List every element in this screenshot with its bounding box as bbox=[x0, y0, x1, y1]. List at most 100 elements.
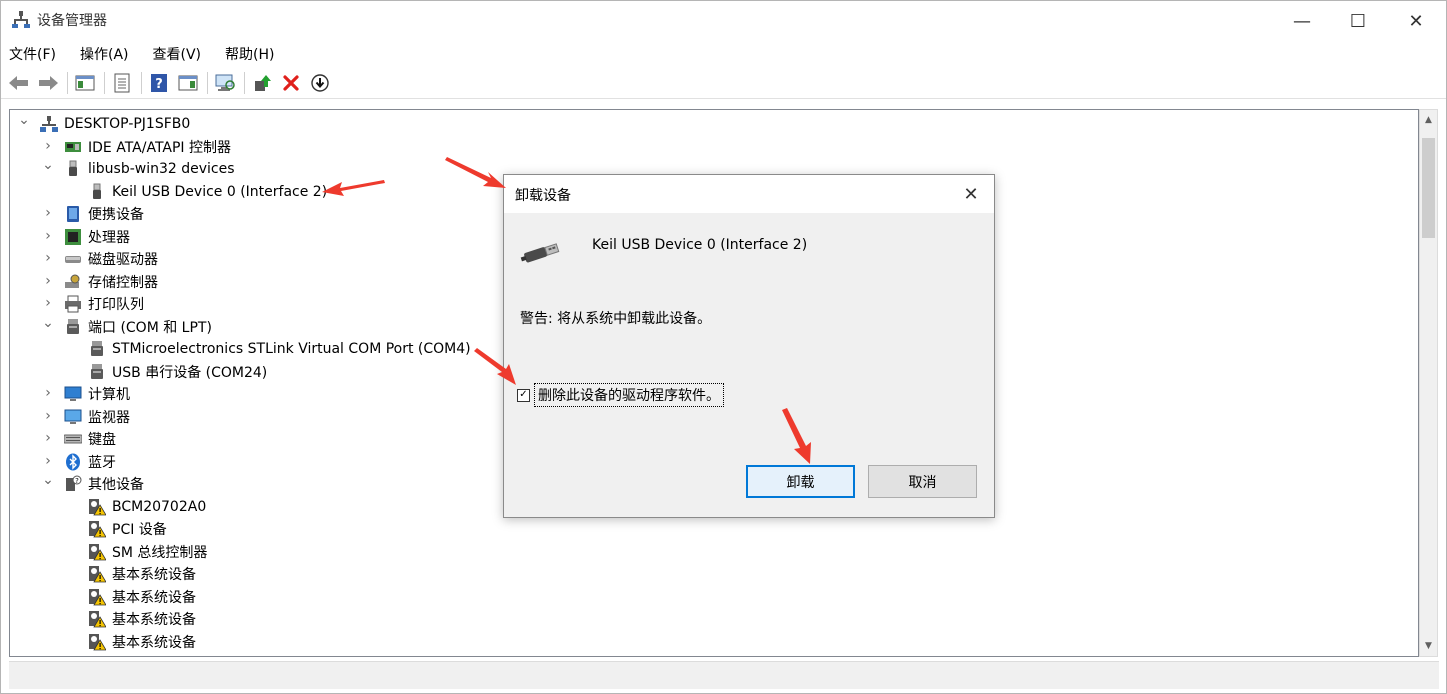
uninstall-device-button[interactable] bbox=[279, 71, 303, 95]
tree-device[interactable]: 基本系统设备 bbox=[88, 563, 196, 585]
toolbar-separator bbox=[207, 71, 208, 94]
tree-device[interactable]: Keil USB Device 0 (Interface 2) bbox=[88, 181, 327, 203]
warning-device-icon bbox=[88, 520, 106, 538]
show-hide-console-tree-button[interactable] bbox=[73, 71, 97, 95]
dialog-title-bar: 卸载设备 ✕ bbox=[504, 175, 994, 213]
scroll-down-arrow-icon[interactable]: ▼ bbox=[1420, 636, 1437, 656]
disk-drive-icon bbox=[64, 250, 82, 268]
chevron-down-icon[interactable]: ⌄ bbox=[42, 315, 54, 331]
computer-root-icon bbox=[40, 115, 58, 133]
tree-device[interactable]: 基本系统设备 bbox=[88, 608, 196, 630]
back-button[interactable] bbox=[7, 71, 31, 95]
tree-device[interactable]: 基本系统设备 bbox=[88, 586, 196, 608]
close-icon: ✕ bbox=[963, 183, 979, 205]
tree-category[interactable]: › 计算机 bbox=[45, 383, 130, 405]
warning-device-icon bbox=[88, 498, 106, 516]
properties-button[interactable] bbox=[110, 71, 134, 95]
uninstall-icon bbox=[283, 74, 299, 91]
delete-driver-checkbox-row[interactable]: ✓ 删除此设备的驱动程序软件。 bbox=[517, 383, 724, 407]
warning-device-icon bbox=[88, 543, 106, 561]
tree-device[interactable]: 基本系统设备 bbox=[88, 631, 196, 653]
chevron-right-icon[interactable]: › bbox=[42, 408, 54, 424]
toolbar-separator bbox=[67, 71, 68, 94]
tree-device[interactable]: BCM20702A0 bbox=[88, 496, 206, 518]
warning-device-icon bbox=[88, 610, 106, 628]
chevron-down-icon[interactable]: ⌄ bbox=[18, 112, 30, 128]
tree-device[interactable]: PCI 设备 bbox=[88, 518, 167, 540]
dialog-close-button[interactable]: ✕ bbox=[956, 181, 986, 207]
menu-help[interactable]: 帮助(H) bbox=[223, 44, 276, 64]
chevron-right-icon[interactable]: › bbox=[42, 273, 54, 289]
window-title: 设备管理器 bbox=[37, 13, 107, 29]
ide-controller-icon bbox=[64, 138, 82, 156]
maximize-button[interactable]: ☐ bbox=[1329, 1, 1387, 41]
chevron-right-icon[interactable]: › bbox=[42, 250, 54, 266]
delete-driver-checkbox[interactable]: ✓ bbox=[517, 388, 530, 402]
tree-category[interactable]: › 便携设备 bbox=[45, 203, 144, 225]
show-action-pane-button[interactable] bbox=[176, 71, 200, 95]
update-driver-button[interactable] bbox=[250, 71, 274, 95]
tree-category[interactable]: › IDE ATA/ATAPI 控制器 bbox=[45, 136, 231, 158]
chevron-right-icon[interactable]: › bbox=[42, 138, 54, 154]
tree-category[interactable]: ⌄ libusb-win32 devices bbox=[42, 157, 234, 180]
scroll-up-arrow-icon[interactable]: ▲ bbox=[1420, 110, 1437, 130]
vertical-scrollbar[interactable]: ▲ ▼ bbox=[1419, 109, 1438, 657]
chevron-right-icon[interactable]: › bbox=[42, 205, 54, 221]
tree-category[interactable]: ⌄ 端口 (COM 和 LPT) bbox=[42, 315, 212, 338]
tree-node-label: BCM20702A0 bbox=[112, 498, 207, 515]
tree-node-label: PCI 设备 bbox=[112, 522, 167, 538]
chevron-down-icon[interactable]: ⌄ bbox=[42, 157, 54, 173]
tree-node-label: 基本系统设备 bbox=[112, 634, 196, 651]
tree-category[interactable]: › 存储控制器 bbox=[45, 271, 158, 293]
dialog-device-name: Keil USB Device 0 (Interface 2) bbox=[592, 237, 808, 253]
tree-category[interactable]: › 磁盘驱动器 bbox=[45, 248, 158, 270]
tree-category[interactable]: ⌄? 其他设备 bbox=[42, 472, 144, 495]
scan-hardware-button[interactable] bbox=[213, 71, 237, 95]
action-pane-icon bbox=[178, 75, 198, 90]
tree-device[interactable]: STMicroelectronics STLink Virtual COM Po… bbox=[88, 338, 471, 360]
minimize-button[interactable]: — bbox=[1273, 1, 1331, 41]
tree-node-label: 键盘 bbox=[88, 432, 116, 448]
disable-device-button[interactable] bbox=[308, 71, 332, 95]
menu-action[interactable]: 操作(A) bbox=[78, 44, 131, 64]
menu-view[interactable]: 查看(V) bbox=[151, 44, 204, 64]
help-button[interactable]: ? bbox=[147, 71, 171, 95]
svg-text:?: ? bbox=[155, 77, 163, 92]
chevron-right-icon[interactable]: › bbox=[42, 453, 54, 469]
chevron-right-icon[interactable]: › bbox=[42, 430, 54, 446]
chevron-right-icon[interactable]: › bbox=[42, 228, 54, 244]
forward-icon bbox=[39, 75, 58, 90]
delete-driver-checkbox-label[interactable]: 删除此设备的驱动程序软件。 bbox=[534, 383, 724, 407]
bluetooth-icon bbox=[64, 453, 82, 471]
tree-category[interactable]: › 监视器 bbox=[45, 406, 130, 428]
uninstall-device-dialog: 卸载设备 ✕ Keil USB Device 0 (Interface 2) 警… bbox=[503, 174, 995, 518]
port-icon bbox=[88, 363, 106, 381]
printer-icon bbox=[64, 295, 82, 313]
storage-controller-icon bbox=[64, 273, 82, 291]
forward-button[interactable] bbox=[36, 71, 60, 95]
tree-node-label: DESKTOP-PJ1SFB0 bbox=[64, 116, 191, 132]
chevron-right-icon[interactable]: › bbox=[42, 385, 54, 401]
close-button[interactable]: ✕ bbox=[1387, 1, 1445, 41]
tree-device[interactable]: USB 串行设备 (COM24) bbox=[88, 361, 267, 383]
disable-icon bbox=[311, 73, 329, 92]
tree-category[interactable]: › 打印队列 bbox=[45, 293, 144, 315]
cancel-button[interactable]: 取消 bbox=[868, 465, 977, 498]
tree-category[interactable]: › 键盘 bbox=[45, 428, 116, 450]
help-icon: ? bbox=[151, 73, 167, 92]
scrollbar-thumb[interactable] bbox=[1422, 138, 1435, 238]
menu-file[interactable]: 文件(F) bbox=[7, 44, 58, 64]
chevron-right-icon[interactable]: › bbox=[42, 295, 54, 311]
tree-node-label: 蓝牙 bbox=[88, 454, 116, 471]
toolbar-separator bbox=[104, 71, 105, 94]
update-driver-icon bbox=[255, 74, 271, 91]
tree-device[interactable]: SM 总线控制器 bbox=[88, 541, 207, 563]
tree-category[interactable]: › 蓝牙 bbox=[45, 451, 116, 473]
tree-root[interactable]: ⌄ DESKTOP-PJ1SFB0 bbox=[18, 112, 191, 135]
uninstall-button[interactable]: 卸载 bbox=[746, 465, 855, 498]
chevron-down-icon[interactable]: ⌄ bbox=[42, 472, 54, 488]
properties-pane-icon bbox=[75, 75, 95, 90]
tree-category[interactable]: › 处理器 bbox=[45, 226, 130, 248]
tree-node-label: 处理器 bbox=[88, 229, 130, 246]
dialog-title: 卸载设备 bbox=[515, 188, 571, 204]
